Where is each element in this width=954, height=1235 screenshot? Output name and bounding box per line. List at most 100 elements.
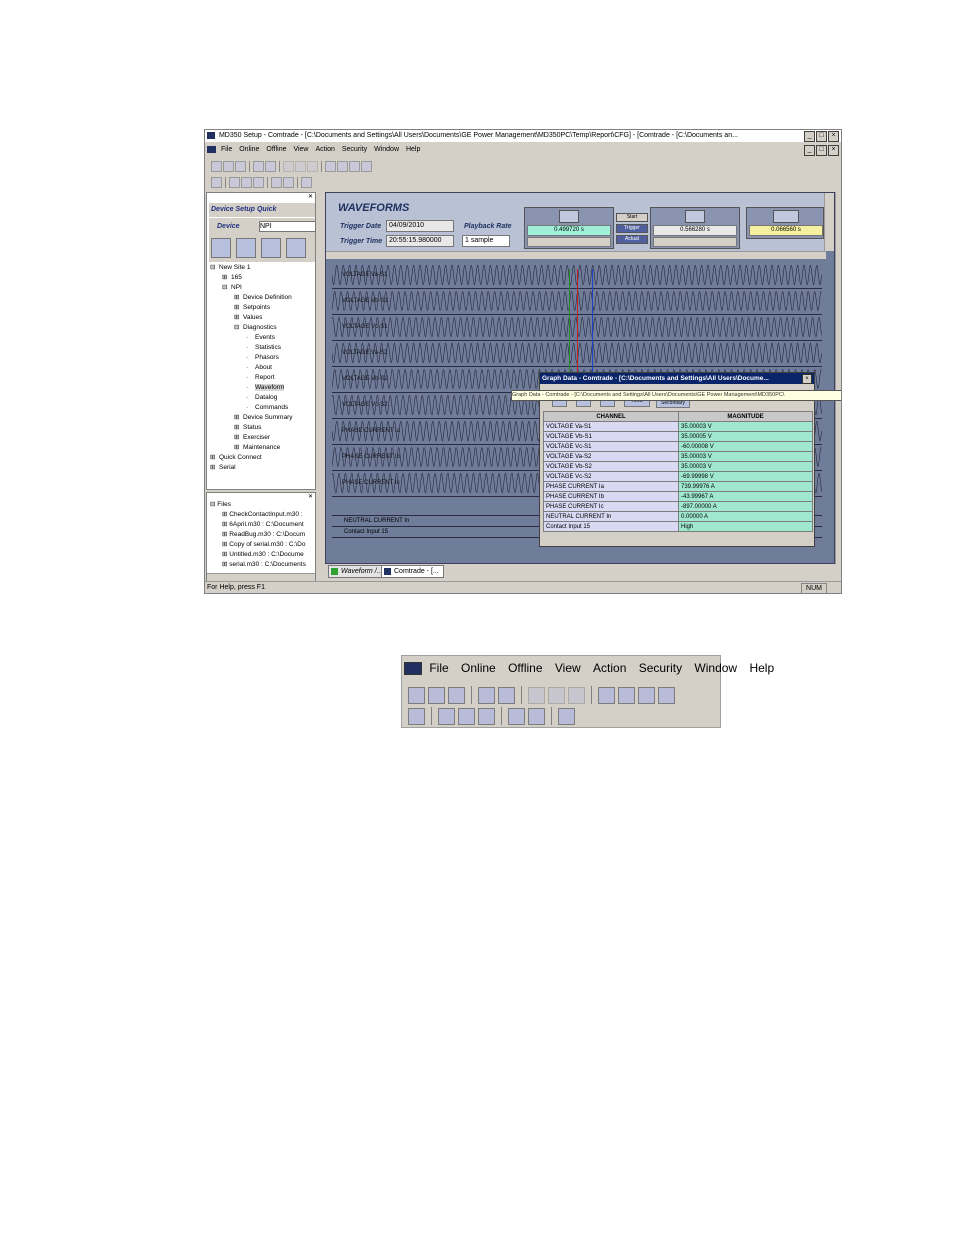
file-item[interactable]: ⊞ CheckContactInput.m30 : [210, 510, 314, 520]
tree-expander-icon[interactable]: · [246, 403, 255, 413]
tab-quick[interactable]: Quick [257, 203, 276, 217]
tree-item[interactable]: · Phasors [210, 353, 314, 363]
print-icon[interactable] [235, 160, 246, 172]
zoom-menu-view[interactable]: View [555, 660, 581, 676]
zoom-icon[interactable] [301, 176, 312, 188]
tree-expander-icon[interactable]: · [246, 353, 255, 363]
waveform-vscrollbar[interactable] [835, 192, 841, 564]
actual-button[interactable]: Actual [616, 235, 648, 244]
zoom-menu-window[interactable]: Window [694, 660, 737, 676]
tree-item[interactable]: · Report [210, 373, 314, 383]
menu-security[interactable]: Security [342, 144, 367, 156]
tree-expander-icon[interactable]: · [246, 393, 255, 403]
tree-expander-icon[interactable]: ⊞ [234, 433, 243, 443]
zoom-menu-help[interactable]: Help [749, 660, 774, 676]
zoom-up-icon[interactable] [658, 686, 675, 704]
menu-view[interactable]: View [293, 144, 308, 156]
zoom-stop-icon[interactable] [528, 707, 545, 725]
menu-online[interactable]: Online [239, 144, 259, 156]
tree-item[interactable]: ⊞ Maintenance [210, 443, 314, 453]
settings-icon[interactable] [265, 160, 276, 172]
cursor2-slider[interactable] [653, 237, 737, 247]
waveform-icon[interactable] [236, 238, 256, 258]
tree-expander-icon[interactable]: ⊞ [234, 293, 243, 303]
tree-expander-icon[interactable]: ⊞ [234, 313, 243, 323]
tree-expander-icon[interactable]: · [246, 373, 255, 383]
tree-item[interactable]: · About [210, 363, 314, 373]
tree-item[interactable]: ⊞ Status [210, 423, 314, 433]
zoom-paste-icon[interactable] [548, 686, 565, 704]
zoom-disk-icon[interactable] [458, 707, 475, 725]
tools-icon[interactable] [349, 160, 360, 172]
tree-item[interactable]: ⊞ Exerciser [210, 433, 314, 443]
tree-expander-icon[interactable]: ⊞ [222, 273, 231, 283]
graph-data-close-button[interactable]: × [802, 374, 812, 384]
preview-icon[interactable] [325, 160, 336, 172]
tree-item[interactable]: ⊞ Device Definition [210, 293, 314, 303]
tree-expander-icon[interactable]: ⊟ [210, 263, 219, 273]
file-item[interactable]: ⊞ Copy of serial.m30 : C:\Do [210, 540, 314, 550]
open-icon[interactable] [211, 160, 222, 172]
zoom-edit-icon[interactable] [408, 707, 425, 725]
files-root[interactable]: Files [217, 501, 231, 508]
tree-item[interactable]: ⊟ New Site 1 [210, 263, 314, 273]
tree-item[interactable]: ⊞ Values [210, 313, 314, 323]
mdi-restore-button[interactable]: □ [816, 145, 827, 156]
zoom-play-icon[interactable] [508, 707, 525, 725]
file-item[interactable]: ⊞ 6April.m30 : C:\Document [210, 520, 314, 530]
tree-expander-icon[interactable]: ⊟ [234, 323, 243, 333]
zoom-print-icon[interactable] [448, 686, 465, 704]
zoom-connect-icon[interactable] [478, 686, 495, 704]
zoom-tools-icon[interactable] [638, 686, 655, 704]
menu-offline[interactable]: Offline [266, 144, 286, 156]
tree-item[interactable]: ⊞ Device Summary [210, 413, 314, 423]
disk-icon[interactable] [241, 176, 252, 188]
zoom-magnify-icon[interactable] [558, 707, 575, 725]
zoom-compare-icon[interactable] [618, 686, 635, 704]
mdi-minimize-button[interactable]: _ [804, 145, 815, 156]
stop-icon[interactable] [283, 176, 294, 188]
zoom-preview-icon[interactable] [598, 686, 615, 704]
tree-expander-icon[interactable]: · [246, 363, 255, 373]
tree-expander-icon[interactable]: ⊞ [234, 423, 243, 433]
zoom-menu-offline[interactable]: Offline [508, 660, 542, 676]
cursor1-slider[interactable] [527, 237, 611, 247]
tree-expander-icon[interactable]: · [246, 343, 255, 353]
tree-item[interactable]: · Waveform [210, 383, 314, 393]
device-icon[interactable] [211, 238, 231, 258]
start-button[interactable]: Start [616, 213, 648, 222]
minimize-button[interactable]: _ [804, 131, 815, 142]
zoom-bar-chart-icon[interactable] [478, 707, 495, 725]
zoom-settings-icon[interactable] [498, 686, 515, 704]
tree-item[interactable]: ⊞ 165 [210, 273, 314, 283]
tree-expander-icon[interactable]: ⊞ [210, 453, 219, 463]
close-button[interactable]: × [828, 131, 839, 142]
export-icon[interactable] [229, 176, 240, 188]
paste-special-icon[interactable] [307, 160, 318, 172]
tree-expander-icon[interactable]: ⊞ [210, 463, 219, 473]
tree-item[interactable]: · Datalog [210, 393, 314, 403]
zoom-save-icon[interactable] [428, 686, 445, 704]
bar-chart-icon[interactable] [253, 176, 264, 188]
zoom-paste-special-icon[interactable] [568, 686, 585, 704]
files-expander-icon[interactable]: ⊟ [210, 501, 215, 508]
menu-window[interactable]: Window [374, 144, 399, 156]
tree-expander-icon[interactable]: ⊞ [234, 413, 243, 423]
header-scrollbar[interactable] [824, 193, 834, 251]
save-icon[interactable] [223, 160, 234, 172]
zoom-menu-file[interactable]: File [429, 660, 448, 676]
tree-item[interactable]: · Events [210, 333, 314, 343]
panel-pin-icon[interactable]: ✕ [308, 193, 313, 200]
edit-icon[interactable] [211, 176, 222, 188]
tree-item[interactable]: ⊞ Serial [210, 463, 314, 473]
mdi-close-button[interactable]: × [828, 145, 839, 156]
phasor-icon[interactable] [286, 238, 306, 258]
copy-icon[interactable] [283, 160, 294, 172]
zoom-menu-security[interactable]: Security [639, 660, 682, 676]
files-scrollbar[interactable] [207, 573, 315, 581]
tree-expander-icon[interactable]: · [246, 383, 255, 393]
tree-item[interactable]: ⊞ Setpoints [210, 303, 314, 313]
tree-expander-icon[interactable]: · [246, 333, 255, 343]
zoom-menu-action[interactable]: Action [593, 660, 626, 676]
tree-expander-icon[interactable]: ⊞ [234, 443, 243, 453]
